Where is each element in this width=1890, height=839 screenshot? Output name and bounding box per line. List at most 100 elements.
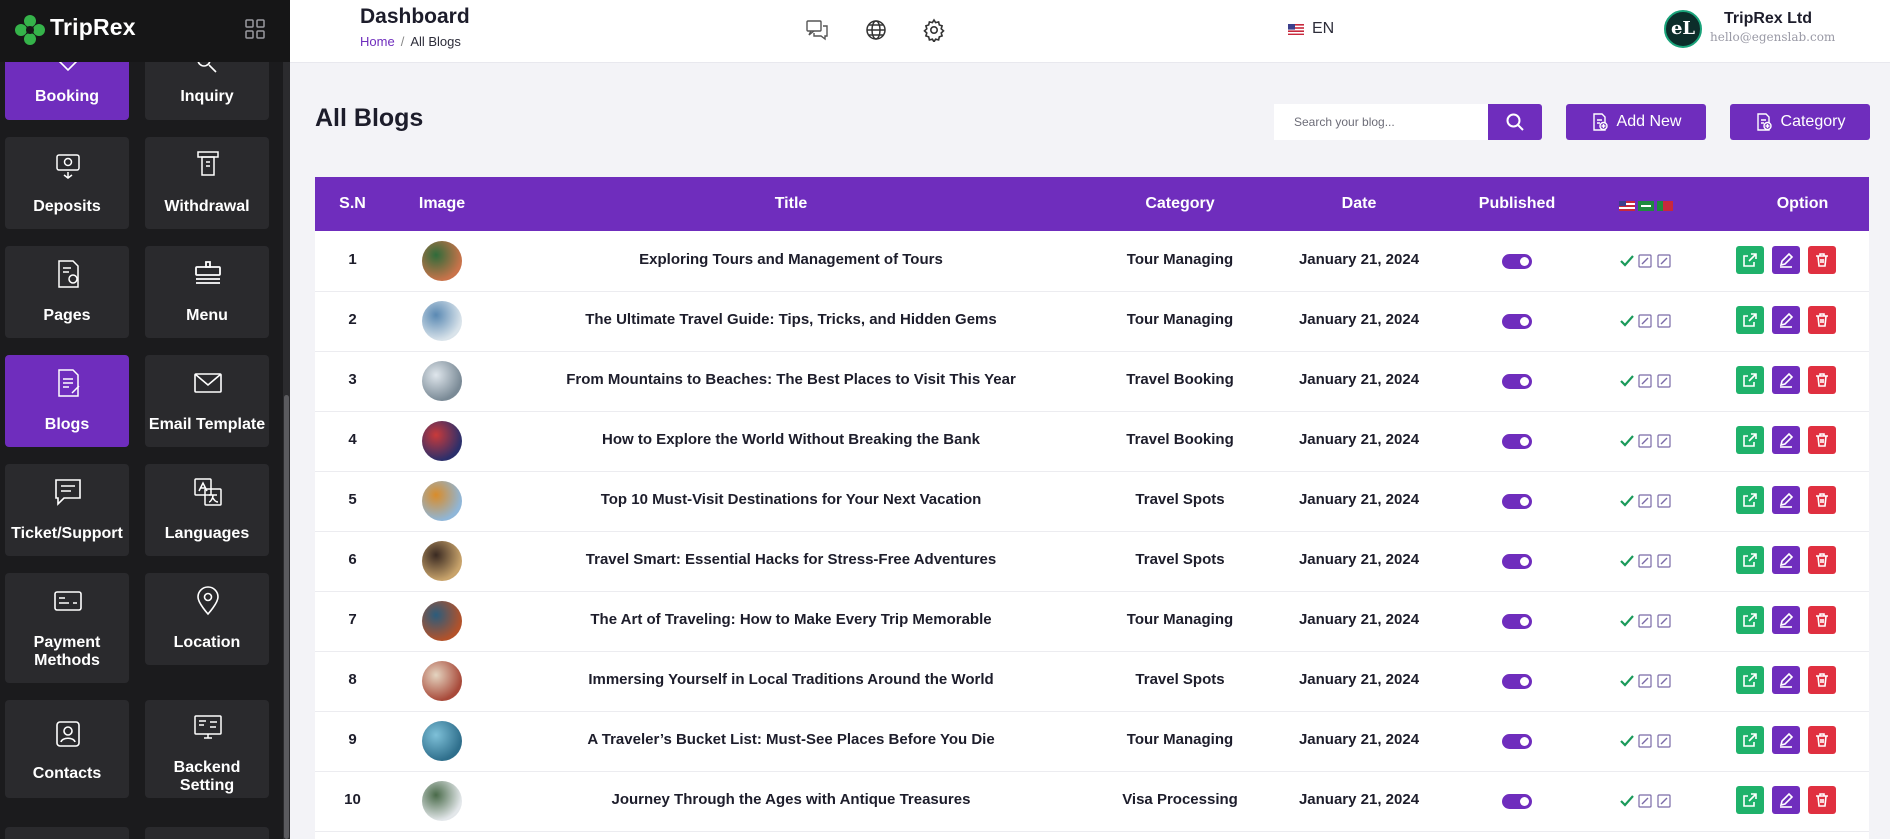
sidebar-item-blogs[interactable]: Blogs bbox=[5, 355, 129, 447]
delete-button[interactable] bbox=[1808, 786, 1836, 814]
view-button[interactable] bbox=[1736, 726, 1764, 754]
row-category: Travel Booking bbox=[1126, 431, 1234, 448]
globe-icon[interactable] bbox=[864, 18, 888, 42]
search-button[interactable] bbox=[1488, 104, 1542, 140]
sidebar-item-location[interactable]: Location bbox=[145, 573, 269, 665]
backend-setting-icon bbox=[194, 715, 222, 739]
sidebar-item-backend-setting[interactable]: Backend Setting bbox=[145, 700, 269, 798]
breadcrumb-home-link[interactable]: Home bbox=[360, 34, 395, 49]
language-selector[interactable]: EN bbox=[1288, 20, 1334, 38]
published-toggle[interactable] bbox=[1502, 554, 1532, 569]
sidebar-item-label: Payment Methods bbox=[33, 634, 101, 669]
translation-status-icons bbox=[1620, 734, 1671, 748]
category-button[interactable]: Category bbox=[1730, 104, 1870, 140]
delete-button[interactable] bbox=[1808, 546, 1836, 574]
sidebar-item-deposits[interactable]: Deposits bbox=[5, 137, 129, 229]
row-sn: 10 bbox=[344, 791, 361, 808]
published-toggle[interactable] bbox=[1502, 494, 1532, 509]
user-email: hello@egenslab.com bbox=[1710, 30, 1836, 44]
brand-bar: TripRex bbox=[0, 0, 290, 62]
sidebar-item-menu[interactable]: Menu bbox=[145, 246, 269, 338]
external-link-icon bbox=[1743, 733, 1757, 747]
row-title: Top 10 Must-Visit Destinations for Your … bbox=[600, 491, 982, 508]
delete-button[interactable] bbox=[1808, 606, 1836, 634]
edit-button[interactable] bbox=[1772, 486, 1800, 514]
edit-button[interactable] bbox=[1772, 786, 1800, 814]
edit-icon bbox=[1779, 432, 1794, 448]
grid-menu-icon[interactable] bbox=[244, 18, 266, 40]
edit-button[interactable] bbox=[1772, 366, 1800, 394]
sidebar-scrollbar-thumb[interactable] bbox=[284, 395, 289, 839]
sidebar-item-pages[interactable]: Pages bbox=[5, 246, 129, 338]
edit-button[interactable] bbox=[1772, 306, 1800, 334]
edit-button[interactable] bbox=[1772, 726, 1800, 754]
view-button[interactable] bbox=[1736, 306, 1764, 334]
edit-button[interactable] bbox=[1772, 426, 1800, 454]
view-button[interactable] bbox=[1736, 366, 1764, 394]
view-button[interactable] bbox=[1736, 786, 1764, 814]
avatar[interactable]: eL bbox=[1664, 10, 1702, 48]
sidebar-item-contacts[interactable]: Contacts bbox=[5, 700, 129, 798]
chat-icon[interactable] bbox=[805, 18, 829, 42]
sidebar-item-next[interactable] bbox=[145, 827, 269, 839]
translation-status-icons bbox=[1620, 254, 1671, 268]
column-header-image: Image bbox=[418, 195, 466, 212]
delete-button[interactable] bbox=[1808, 666, 1836, 694]
sidebar-item-next[interactable] bbox=[5, 827, 129, 839]
trash-icon bbox=[1816, 373, 1828, 387]
view-button[interactable] bbox=[1736, 486, 1764, 514]
sidebar-item-email-template[interactable]: Email Template bbox=[145, 355, 269, 447]
view-button[interactable] bbox=[1736, 546, 1764, 574]
table-row: 8 Immersing Yourself in Local Traditions … bbox=[315, 651, 1869, 712]
published-toggle[interactable] bbox=[1502, 254, 1532, 269]
row-sn: 1 bbox=[348, 251, 357, 268]
row-title: How to Explore the World Without Breakin… bbox=[602, 431, 980, 448]
view-button[interactable] bbox=[1736, 606, 1764, 634]
published-toggle[interactable] bbox=[1502, 734, 1532, 749]
published-toggle[interactable] bbox=[1502, 434, 1532, 449]
row-sn: 9 bbox=[348, 731, 357, 748]
sidebar-item-withdrawal[interactable]: Withdrawal bbox=[145, 137, 269, 229]
table-row: 7 The Art of Traveling: How to Make Every… bbox=[315, 591, 1869, 652]
location-icon bbox=[197, 586, 219, 616]
row-sn: 7 bbox=[348, 611, 357, 628]
row-date: January 21, 2024 bbox=[1298, 791, 1420, 808]
languages-icon bbox=[194, 478, 222, 506]
brand-name[interactable]: TripRex bbox=[50, 14, 136, 41]
delete-button[interactable] bbox=[1808, 366, 1836, 394]
menu-icon bbox=[195, 261, 221, 284]
delete-button[interactable] bbox=[1808, 246, 1836, 274]
view-button[interactable] bbox=[1736, 246, 1764, 274]
add-new-label: Add New bbox=[1616, 113, 1682, 130]
edit-button[interactable] bbox=[1772, 546, 1800, 574]
sidebar-item-label: Inquiry bbox=[180, 88, 234, 105]
published-toggle[interactable] bbox=[1502, 314, 1532, 329]
published-toggle[interactable] bbox=[1502, 614, 1532, 629]
view-button[interactable] bbox=[1736, 426, 1764, 454]
sidebar-item-label: Location bbox=[173, 634, 241, 651]
row-date: January 21, 2024 bbox=[1298, 371, 1420, 388]
add-new-button[interactable]: Add New bbox=[1566, 104, 1706, 140]
edit-button[interactable] bbox=[1772, 606, 1800, 634]
edit-button[interactable] bbox=[1772, 666, 1800, 694]
edit-button[interactable] bbox=[1772, 246, 1800, 274]
trash-icon bbox=[1816, 793, 1828, 807]
row-sn: 4 bbox=[348, 431, 357, 448]
blog-thumbnail bbox=[422, 601, 462, 641]
table-row: 4 How to Explore the World Without Breaki… bbox=[315, 411, 1869, 472]
sidebar-item-languages[interactable]: Languages bbox=[145, 464, 269, 556]
gear-icon[interactable] bbox=[922, 18, 946, 42]
delete-button[interactable] bbox=[1808, 486, 1836, 514]
published-toggle[interactable] bbox=[1502, 794, 1532, 809]
published-toggle[interactable] bbox=[1502, 674, 1532, 689]
sidebar-item-payment-methods[interactable]: Payment Methods bbox=[5, 573, 129, 683]
sidebar-item-ticket-support[interactable]: Ticket/Support bbox=[5, 464, 129, 556]
delete-button[interactable] bbox=[1808, 726, 1836, 754]
delete-button[interactable] bbox=[1808, 426, 1836, 454]
row-date: January 21, 2024 bbox=[1298, 671, 1420, 688]
view-button[interactable] bbox=[1736, 666, 1764, 694]
user-name[interactable]: TripRex Ltd bbox=[1724, 10, 1812, 28]
published-toggle[interactable] bbox=[1502, 374, 1532, 389]
delete-button[interactable] bbox=[1808, 306, 1836, 334]
search-input[interactable] bbox=[1274, 104, 1488, 140]
